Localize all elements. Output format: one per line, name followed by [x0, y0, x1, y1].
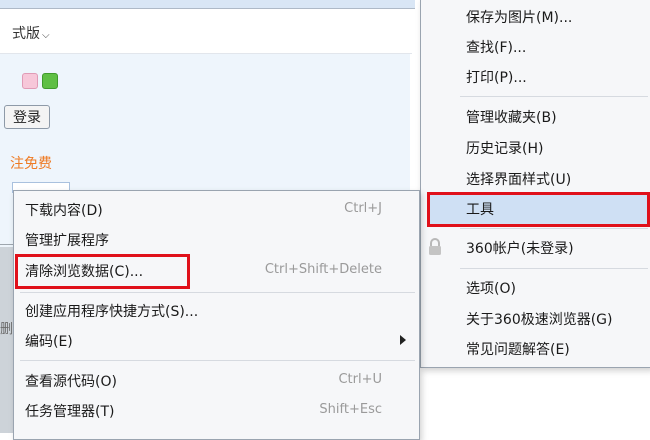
menu-item-about[interactable]: 关于360极速浏览器(G): [466, 309, 613, 329]
submenu-arrow-icon: [400, 335, 406, 345]
style-version-label: 式版: [12, 26, 40, 42]
menu-item-faq[interactable]: 常见问题解答(E): [466, 339, 570, 359]
submenu-item-create-shortcut[interactable]: 创建应用程序快捷方式(S)...: [25, 301, 198, 321]
green-skin-swatch[interactable]: [42, 73, 58, 89]
submenu-item-downloads[interactable]: 下载内容(D): [25, 200, 103, 220]
pink-skin-swatch[interactable]: [22, 73, 38, 89]
menu-item-360-account[interactable]: 360帐户(未登录): [466, 238, 574, 258]
menu-item-history[interactable]: 历史记录(H): [466, 138, 543, 158]
shortcut-task-manager: Shift+Esc: [319, 402, 382, 417]
shortcut-clear-browsing-data: Ctrl+Shift+Delete: [264, 262, 382, 277]
menu-item-options[interactable]: 选项(O): [466, 278, 516, 298]
menu-separator: [460, 228, 648, 229]
chevron-down-icon: ⌵: [42, 30, 50, 41]
submenu-item-task-manager[interactable]: 任务管理器(T): [25, 401, 114, 421]
submenu-separator: [20, 292, 415, 293]
shortcut-view-source: Ctrl+U: [338, 372, 382, 387]
menu-separator: [460, 96, 648, 97]
menu-item-print[interactable]: 打印(P)...: [466, 67, 527, 87]
submenu-item-view-source[interactable]: 查看源代码(O): [25, 371, 117, 391]
submenu-separator: [20, 360, 415, 361]
register-free-link[interactable]: 注免费: [10, 153, 52, 173]
submenu-item-encoding[interactable]: 编码(E): [25, 331, 73, 351]
browser-tab-strip: [0, 0, 415, 9]
menu-item-manage-favorites[interactable]: 管理收藏夹(B): [466, 107, 557, 127]
shortcut-downloads: Ctrl+J: [344, 201, 382, 216]
menu-item-save-as-image[interactable]: 保存为图片(M)...: [466, 7, 572, 27]
page-side-text: 删: [0, 322, 14, 337]
menu-item-find[interactable]: 查找(F)...: [466, 37, 526, 57]
tools-annotation-box: [427, 192, 650, 227]
menu-item-choose-style[interactable]: 选择界面样式(U): [466, 169, 571, 189]
lock-icon: [429, 238, 441, 255]
clear-data-annotation-box: [15, 254, 190, 289]
submenu-item-manage-extensions[interactable]: 管理扩展程序: [25, 230, 109, 250]
menu-separator: [460, 268, 648, 269]
login-button[interactable]: 登录: [4, 105, 50, 129]
style-version-link[interactable]: 式版 ⌵: [12, 23, 50, 43]
